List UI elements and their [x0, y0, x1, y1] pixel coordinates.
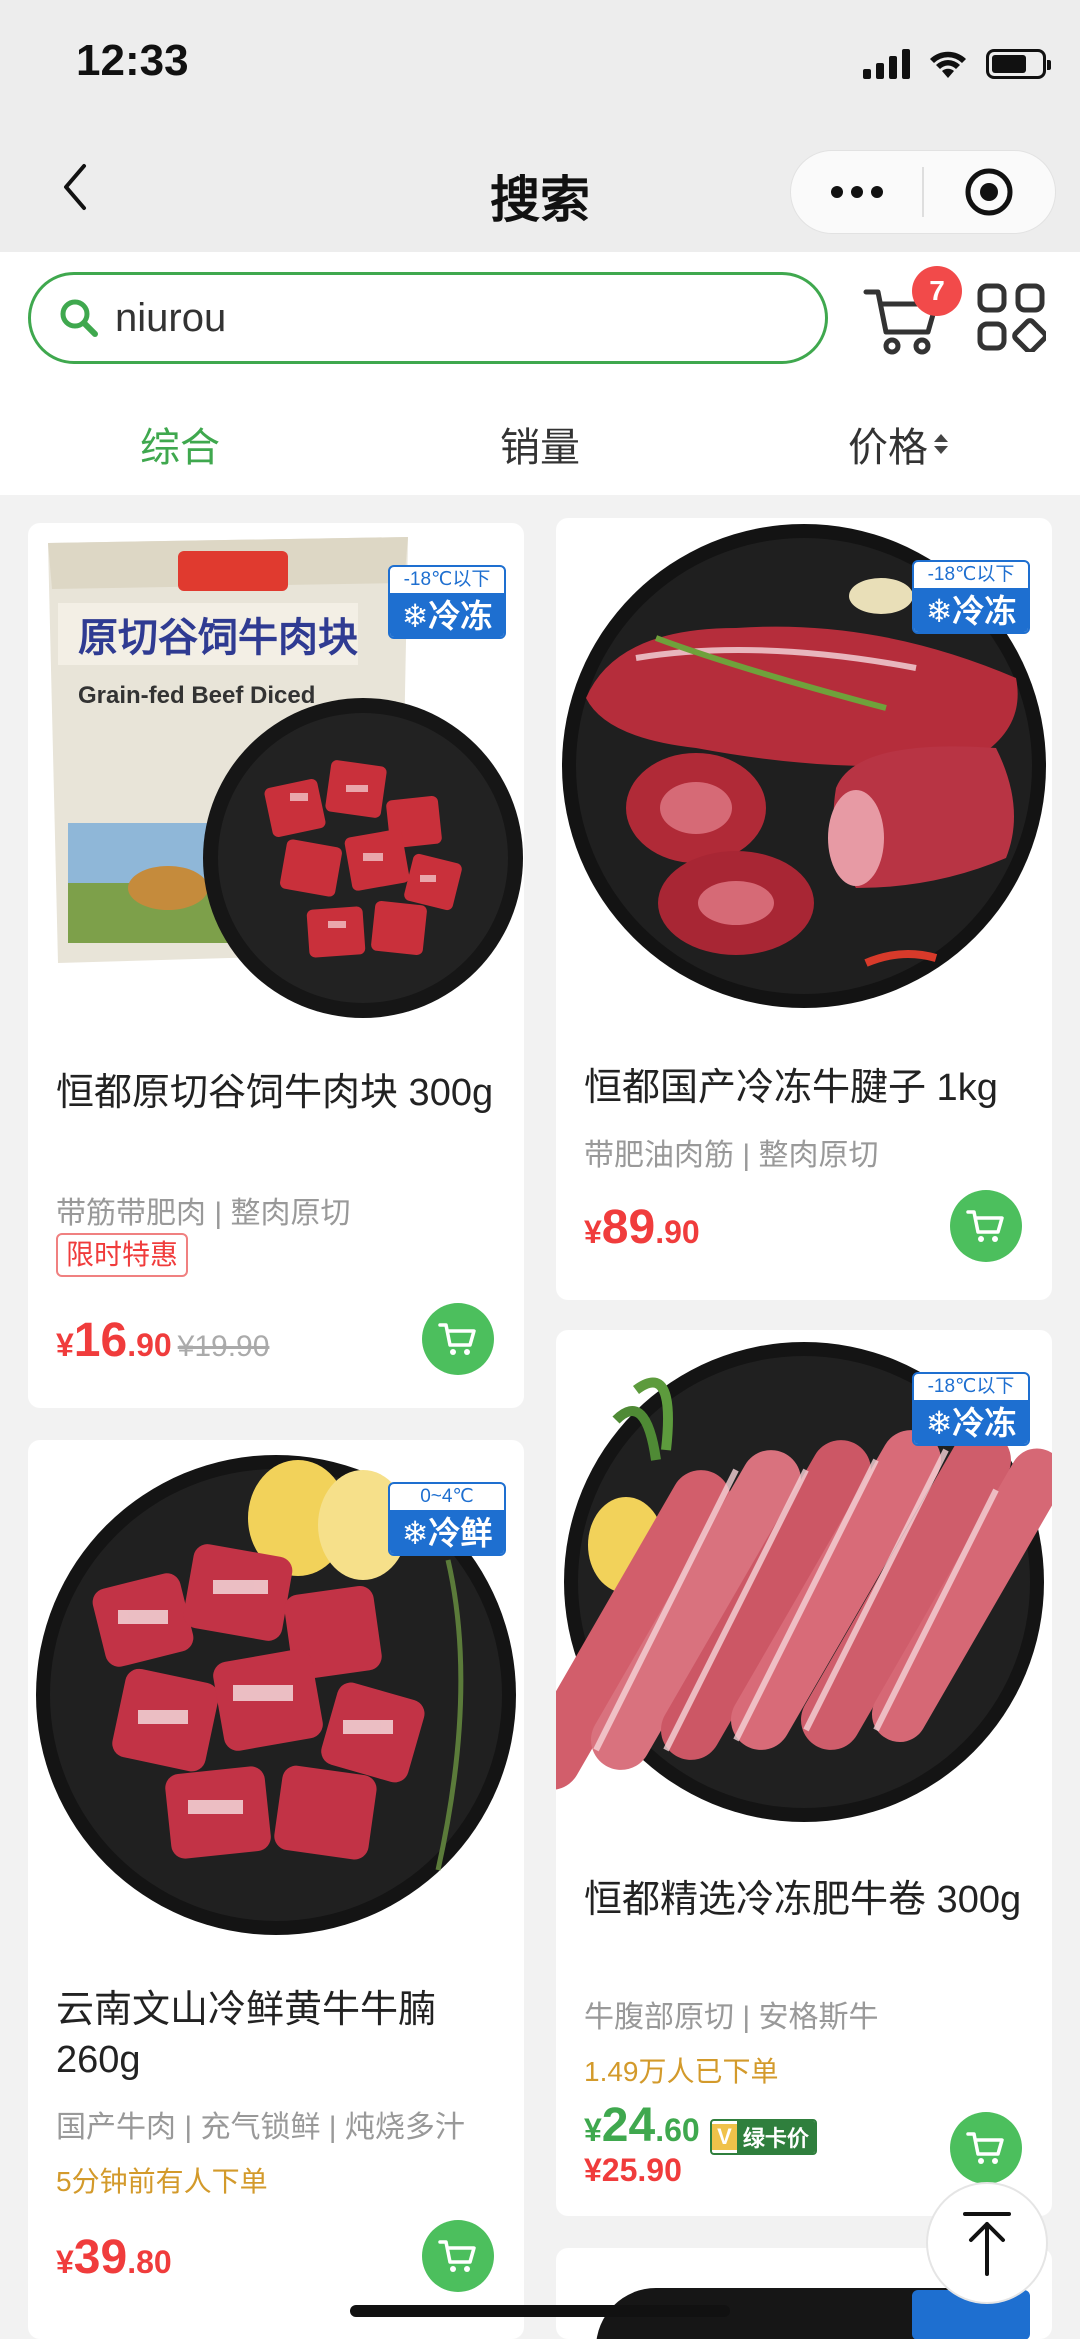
product-price: ¥39.80	[56, 2230, 172, 2285]
sort-tab-price-label: 价格	[848, 426, 928, 470]
badge-kind: ❄冷鲜	[390, 1510, 504, 1554]
product-image: -18℃以下 ❄冷冻	[556, 518, 1052, 1018]
badge-range: -18℃以下	[403, 569, 491, 590]
search-row: niurou 7	[0, 252, 1080, 387]
price-decimal: .60	[655, 2112, 700, 2148]
product-price: ¥16.90 ¥19.90	[56, 1313, 269, 1368]
title-bar: 搜索	[0, 130, 1080, 252]
recent-order-note: 5分钟前有人下单	[56, 2166, 268, 2197]
search-query: niurou	[115, 295, 227, 340]
product-title: 恒都原切谷饲牛肉块 300g	[56, 1072, 494, 1114]
price-currency: ¥	[584, 2112, 602, 2148]
sort-tab-price[interactable]: 价格	[848, 415, 948, 473]
price-currency: ¥	[56, 2244, 74, 2280]
product-title: 恒都精选冷冻肥牛卷 300g	[584, 1879, 1022, 1921]
badge-range: -18℃以下	[927, 1376, 1015, 1397]
price-currency: ¥	[584, 1214, 602, 1250]
price-currency: ¥	[56, 1327, 74, 1363]
product-card[interactable]: 原切谷饲牛肉块 Grain-fed Beef Diced -18℃以下 ❄冷冻 …	[28, 523, 524, 1408]
cart-count-badge: 7	[912, 266, 962, 316]
badge-range: 0~4℃	[420, 1486, 474, 1507]
product-image: 原切谷饲牛肉块 Grain-fed Beef Diced -18℃以下 ❄冷冻	[28, 523, 524, 1023]
product-tags: 带肥油肉筋 | 整肉原切	[584, 1139, 879, 1172]
sort-direction-icon	[934, 434, 948, 454]
order-count-note: 1.49万人已下单	[584, 2056, 779, 2087]
add-to-cart-icon	[438, 2240, 476, 2272]
member-label: 绿卡价	[736, 2120, 815, 2153]
product-image: 0~4℃ ❄冷鲜	[28, 1440, 524, 1940]
miniprogram-capsule	[790, 150, 1056, 234]
sort-tab-sales[interactable]: 销量	[500, 415, 580, 473]
svg-text:Grain-fed Beef Diced: Grain-fed Beef Diced	[78, 682, 315, 709]
target-icon	[965, 168, 1013, 216]
wifi-icon	[930, 51, 966, 78]
badge-kind: ❄冷冻	[914, 588, 1028, 632]
search-icon	[60, 299, 98, 337]
regular-price: ¥25.90	[584, 2152, 682, 2188]
product-card[interactable]: -18℃以下 ❄冷冻 恒都国产冷冻牛腱子 1kg 带肥油肉筋 | 整肉原切 ¥8…	[556, 518, 1052, 1300]
price-integer: 89	[601, 1201, 656, 1254]
grid-category-icon	[977, 283, 1048, 354]
product-tags: 牛腹部原切 | 安格斯牛	[584, 2001, 879, 2034]
back-button[interactable]	[40, 152, 110, 222]
status-time: 12:33	[76, 36, 189, 85]
sort-tab-comprehensive[interactable]: 综合	[140, 415, 220, 473]
product-image: -18℃以下 ❄冷冻	[556, 1330, 1052, 1830]
badge-kind: ❄冷冻	[390, 593, 504, 637]
original-price: ¥19.90	[177, 1330, 270, 1363]
cellular-signal-icon	[863, 49, 910, 79]
temperature-badge: 0~4℃ ❄冷鲜	[388, 1482, 506, 1556]
member-v: V	[712, 2123, 737, 2150]
product-card[interactable]: -18℃以下 ❄冷冻 恒都精选冷冻肥牛卷 300g 牛腹部原切 | 安格斯牛 1…	[556, 1330, 1052, 2216]
back-to-top-button[interactable]	[926, 2182, 1048, 2304]
home-indicator	[350, 2305, 730, 2317]
more-options-button[interactable]	[791, 151, 922, 233]
price-decimal: .90	[127, 1327, 172, 1363]
status-icons	[863, 48, 1051, 80]
price-integer: 16	[73, 1314, 128, 1367]
badge-range: -18℃以下	[927, 564, 1015, 585]
member-price: ¥24.60 V 绿卡价	[584, 2098, 817, 2155]
category-button[interactable]	[976, 282, 1048, 354]
promo-tag: 限时特惠	[56, 1233, 189, 1277]
price-integer: 39	[73, 2231, 128, 2284]
product-tags: 带筋带肥肉 | 整肉原切	[56, 1197, 351, 1230]
status-bar: 12:33	[0, 0, 1080, 130]
temperature-badge: -18℃以下 ❄冷冻	[912, 560, 1030, 634]
product-price: ¥89.90	[584, 1200, 700, 1255]
price-decimal: .90	[655, 1214, 700, 1250]
close-miniprogram-button[interactable]	[924, 151, 1055, 233]
cart-button[interactable]: 7	[862, 266, 962, 360]
add-to-cart-button[interactable]	[422, 2220, 494, 2292]
arrow-up-icon	[963, 2212, 1011, 2276]
sort-tabs: 综合 销量 价格	[0, 387, 1080, 495]
add-to-cart-icon	[966, 1210, 1004, 1242]
badge-kind: ❄冷冻	[914, 1400, 1028, 1444]
add-to-cart-icon	[438, 1323, 476, 1355]
green-card-badge: V 绿卡价	[710, 2118, 817, 2155]
add-to-cart-button[interactable]	[950, 1190, 1022, 1262]
add-to-cart-button[interactable]	[950, 2112, 1022, 2184]
price-integer: 24	[601, 2099, 656, 2152]
battery-icon	[986, 49, 1051, 79]
search-input[interactable]: niurou	[28, 272, 828, 364]
add-to-cart-icon	[966, 2132, 1004, 2164]
chevron-left-icon	[64, 164, 86, 210]
product-title: 云南文山冷鲜黄牛牛腩 260g	[56, 1989, 437, 2081]
product-title: 恒都国产冷冻牛腱子 1kg	[584, 1067, 998, 1109]
temperature-badge: -18℃以下 ❄冷冻	[388, 565, 506, 639]
svg-text:原切谷饲牛肉块: 原切谷饲牛肉块	[78, 616, 358, 660]
product-tags: 国产牛肉 | 充气锁鲜 | 炖烧多汁	[56, 2111, 465, 2144]
temperature-badge: -18℃以下 ❄冷冻	[912, 1372, 1030, 1446]
product-card[interactable]: 0~4℃ ❄冷鲜 云南文山冷鲜黄牛牛腩 260g 国产牛肉 | 充气锁鲜 | 炖…	[28, 1440, 524, 2339]
price-decimal: .80	[127, 2244, 172, 2280]
add-to-cart-button[interactable]	[422, 1303, 494, 1375]
